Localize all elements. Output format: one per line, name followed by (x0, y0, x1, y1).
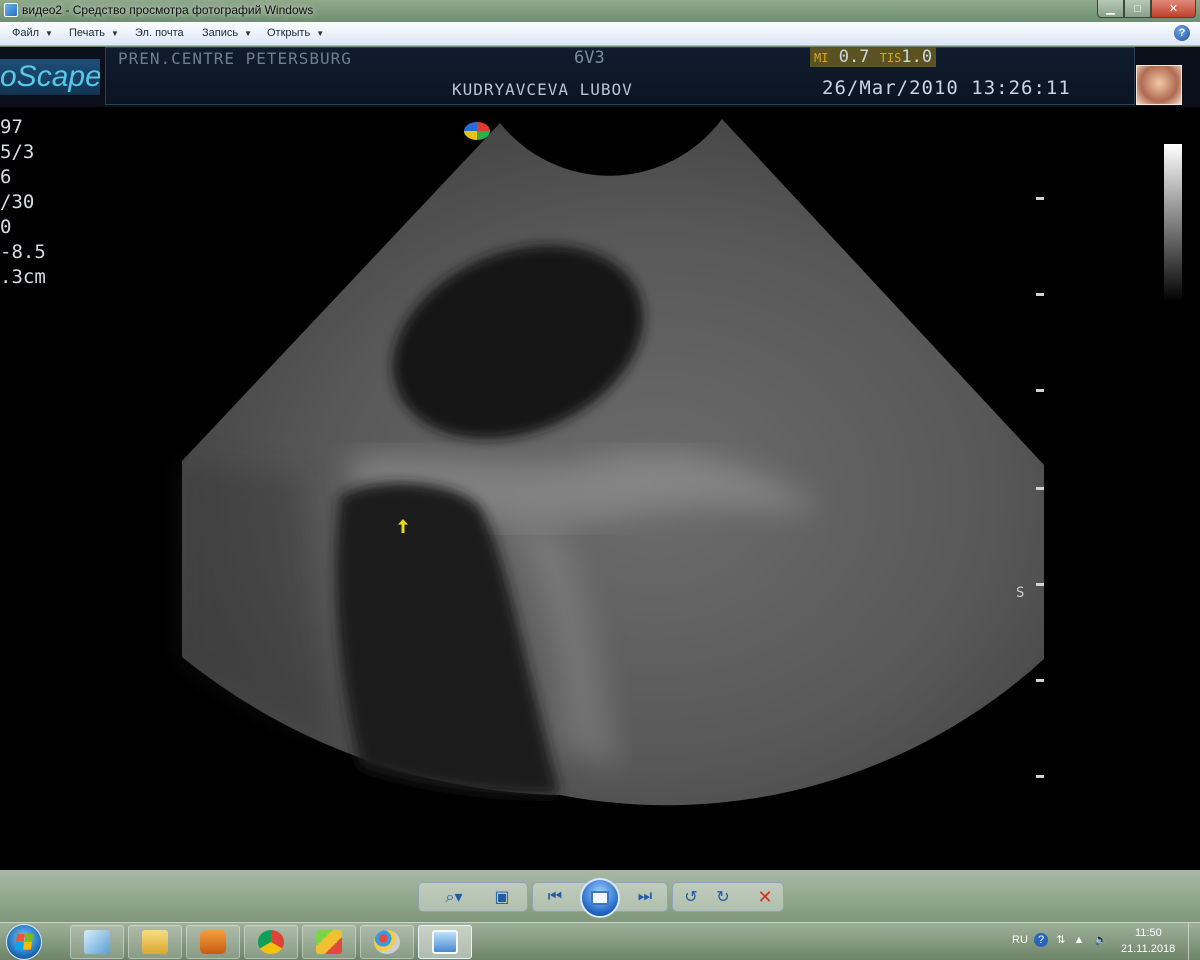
depth-tick (1036, 389, 1044, 392)
window-controls: ▁ □ ✕ (1097, 0, 1196, 18)
menu-file-label: Файл (12, 27, 40, 39)
taskbar-app-photo-viewer[interactable] (418, 925, 472, 959)
image-viewport[interactable]: oScape PREN.CENTRE PETERSBURG 6V3 MI 0.7… (0, 47, 1200, 870)
fit-window-icon[interactable]: ▣ (488, 882, 516, 912)
ultrasound-scan (182, 119, 1044, 806)
viewer-controls: ⌕▾ ▣ ⏮ ⏭ ↺ ↻ ✕ (0, 870, 1200, 922)
start-button[interactable] (6, 924, 42, 960)
scan-parameters: 97 5/3 6 /30 0 -8.5 .3cm (0, 115, 46, 290)
media-player-icon (200, 930, 226, 954)
help-tray-icon[interactable]: ? (1034, 933, 1048, 947)
photo-viewer-icon (432, 930, 458, 954)
patient-name: KUDRYAVCEVA LUBOV (452, 80, 633, 99)
menu-print-label: Печать (69, 27, 106, 39)
orientation-marker-icon (464, 122, 490, 140)
chevron-down-icon: ▼ (45, 29, 53, 38)
paint-icon (374, 930, 400, 954)
scan-datetime: 26/Mar/2010 13:26:11 (822, 77, 1071, 99)
param-line: 97 (0, 116, 23, 138)
param-line: .3cm (0, 266, 46, 288)
depth-tick (1036, 679, 1044, 682)
chrome-icon (258, 930, 284, 954)
clock-time[interactable]: 11:50 (1135, 927, 1162, 939)
menu-burn[interactable]: Запись ▼ (202, 27, 252, 39)
chevron-down-icon: ▼ (244, 29, 253, 38)
menu-email-label: Эл. почта (135, 27, 184, 39)
patient-thumbnail (1136, 65, 1182, 105)
file-manager-icon (84, 930, 110, 954)
menu-open-label: Открыть (267, 27, 311, 39)
zoom-icon[interactable]: ⌕▾ (436, 882, 472, 912)
device-logo: oScape (0, 59, 100, 95)
menu-email[interactable]: Эл. почта (135, 27, 184, 39)
depth-tick (1036, 293, 1044, 296)
taskbar-app-file-manager[interactable] (70, 925, 124, 959)
focus-marker: S (1016, 585, 1025, 601)
mi-value: 0.7 (838, 47, 870, 67)
menu-file[interactable]: Файл ▼ (12, 27, 53, 39)
windows-logo-icon (14, 934, 34, 950)
rotate-left-icon[interactable]: ↺ (678, 882, 704, 912)
institution-name: PREN.CENTRE PETERSBURG (118, 49, 352, 68)
photo-viewer-icon (4, 3, 18, 17)
param-line: 6 (0, 166, 12, 188)
chevron-down-icon: ▼ (111, 29, 119, 38)
window-title: видео2 - Средство просмотра фотографий W… (22, 3, 314, 17)
taskbar-app-media-player[interactable] (186, 925, 240, 959)
show-hidden-icons-icon[interactable]: ▲ (1072, 933, 1086, 947)
volume-icon[interactable]: 🔈 (1094, 933, 1108, 947)
tis-value: 1.0 (901, 47, 933, 67)
slideshow-icon (591, 891, 609, 905)
delete-icon[interactable]: ✕ (752, 882, 778, 912)
minimize-button[interactable]: ▁ (1097, 0, 1124, 18)
menu-open[interactable]: Открыть ▼ (267, 27, 324, 39)
title-bar: видео2 - Средство просмотра фотографий W… (0, 0, 1200, 22)
param-line: 5/3 (0, 141, 35, 163)
close-button[interactable]: ✕ (1151, 0, 1196, 18)
menu-burn-label: Запись (202, 27, 239, 39)
help-icon[interactable]: ? (1174, 25, 1190, 41)
depth-tick (1036, 775, 1044, 778)
menu-print[interactable]: Печать ▼ (69, 27, 119, 39)
taskbar-app-chrome[interactable] (244, 925, 298, 959)
chevron-down-icon: ▼ (316, 29, 325, 38)
mi-label: MI (814, 51, 829, 65)
folder-icon (142, 930, 168, 954)
menu-bar: Файл ▼ Печать ▼ Эл. почта Запись ▼ Открыть ▼… (0, 22, 1200, 46)
taskbar-app-explorer[interactable] (128, 925, 182, 959)
language-indicator[interactable]: RU (1012, 934, 1028, 946)
maximize-button[interactable]: □ (1124, 0, 1151, 18)
slideshow-button[interactable] (580, 878, 620, 918)
rotate-right-icon[interactable]: ↻ (710, 882, 736, 912)
depth-tick (1036, 197, 1044, 200)
param-line: -8.5 (0, 241, 46, 263)
clock-date[interactable]: 21.11.2018 (1121, 943, 1175, 955)
scan-header: oScape PREN.CENTRE PETERSBURG 6V3 MI 0.7… (0, 47, 1200, 107)
previous-icon[interactable]: ⏮ (540, 882, 570, 912)
param-line: 0 (0, 216, 12, 238)
depth-tick (1036, 583, 1044, 586)
bluestacks-icon (316, 930, 342, 954)
taskbar-app-bluestacks[interactable] (302, 925, 356, 959)
show-desktop-button[interactable] (1188, 923, 1200, 960)
next-icon[interactable]: ⏭ (630, 882, 660, 912)
tis-label: TIS (879, 51, 902, 65)
param-line: /30 (0, 191, 35, 213)
probe-label: 6V3 (574, 48, 605, 68)
taskbar-app-paint[interactable] (360, 925, 414, 959)
depth-tick (1036, 487, 1044, 490)
network-icon[interactable]: ⇅ (1054, 933, 1068, 947)
mechanical-index: MI 0.7 TIS1.0 (810, 47, 937, 67)
taskbar: RU ? ⇅ ▲ 🔈 11:50 21.11.2018 (0, 922, 1200, 960)
grayscale-bar (1164, 144, 1182, 302)
